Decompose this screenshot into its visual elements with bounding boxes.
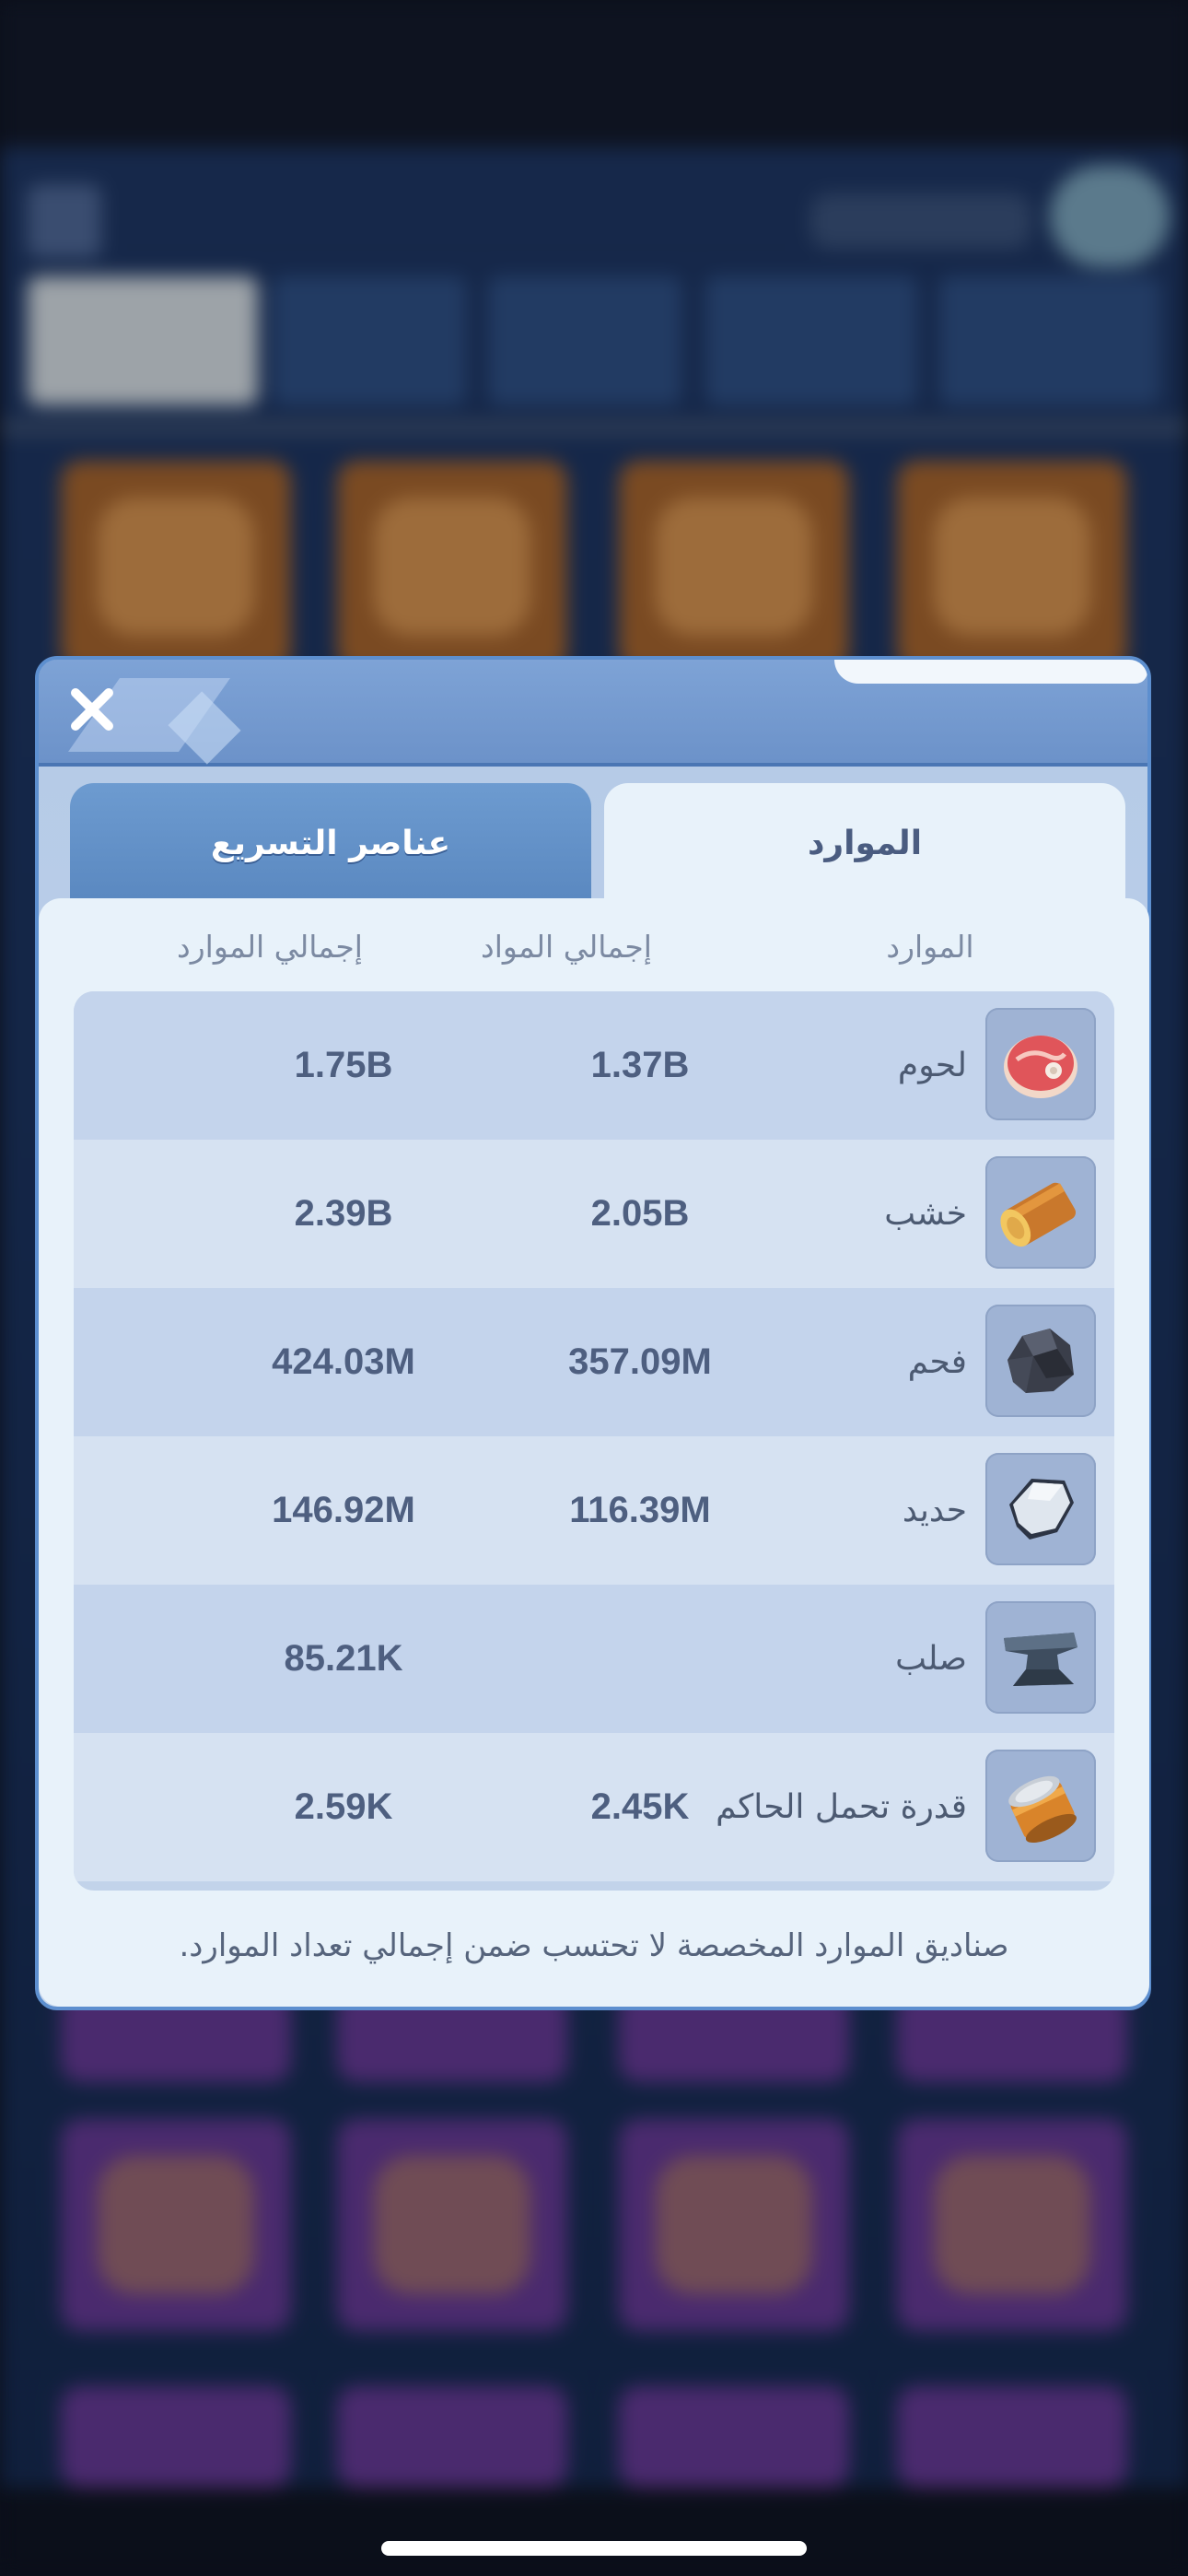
total-value: 1.75B: [294, 1045, 393, 1085]
background-item-tile: [619, 2119, 849, 2331]
resource-name: حديد: [902, 1492, 967, 1529]
background-tab: [273, 276, 466, 405]
table-row: صلب 85.21K: [74, 1585, 1114, 1733]
status-bar-area: [0, 0, 1188, 147]
background-menu-icon: [28, 184, 101, 258]
table-row: حديد 116.39M 146.92M: [74, 1436, 1114, 1585]
snow-decoration: [834, 660, 1147, 684]
meat-icon: [985, 1008, 1096, 1120]
tab-resources-label: الموارد: [807, 824, 923, 862]
materials-value: 2.05B: [590, 1193, 690, 1234]
bottom-bar: [0, 2488, 1188, 2576]
background-item-tile: [897, 461, 1127, 673]
background-tab: [939, 276, 1160, 405]
resource-name: خشب: [884, 1195, 967, 1233]
background-tab: [28, 276, 258, 405]
tab-speedups-label: عناصر التسريع: [210, 824, 451, 862]
background-item-tile: [337, 461, 567, 673]
total-value: 85.21K: [284, 1638, 403, 1679]
background-item-tile: [897, 2119, 1127, 2331]
resource-name: صلب: [895, 1640, 967, 1678]
background-item-tile: [897, 2386, 1127, 2488]
resource-name: لحوم: [897, 1047, 967, 1084]
background-avatar: [1050, 166, 1170, 267]
background-item-tile: [337, 2119, 567, 2331]
total-value: 2.59K: [294, 1786, 393, 1827]
background-item-tile: [61, 2386, 291, 2488]
table-row: لحوم 1.37B 1.75B: [74, 991, 1114, 1140]
background-divider: [0, 419, 1188, 436]
resource-name: فحم: [907, 1343, 967, 1381]
table-row: خشب 2.05B 2.39B: [74, 1140, 1114, 1288]
total-value: 146.92M: [272, 1490, 415, 1530]
background-item-tile: [337, 2386, 567, 2488]
column-header-materials: إجمالي المواد: [481, 928, 652, 965]
column-header-total: إجمالي الموارد: [177, 928, 363, 965]
background-item-tile: [619, 461, 849, 673]
column-header-resource: الموارد: [886, 928, 974, 965]
materials-value: 1.37B: [590, 1045, 690, 1085]
coal-icon: [985, 1305, 1096, 1417]
tab-speedups[interactable]: عناصر التسريع: [70, 783, 591, 903]
total-value: 424.03M: [272, 1341, 415, 1382]
iron-ore-icon: [985, 1453, 1096, 1565]
steel-anvil-icon: [985, 1601, 1096, 1714]
close-icon: [71, 688, 113, 731]
background-item-tile: [61, 2119, 291, 2331]
home-indicator[interactable]: [381, 2541, 807, 2556]
materials-value: 116.39M: [569, 1490, 711, 1530]
stamina-can-icon: [985, 1750, 1096, 1862]
background-title: [810, 193, 1031, 249]
background-item-tile: [61, 461, 291, 673]
background-item-tile: [619, 2386, 849, 2488]
wood-log-icon: [985, 1156, 1096, 1269]
tab-resources[interactable]: الموارد: [604, 783, 1125, 903]
resources-table: لحوم 1.37B 1.75B خشب 2.05B 2.39B فحم 357…: [74, 991, 1114, 1891]
background-tab: [488, 276, 681, 405]
table-row: فحم 357.09M 424.03M: [74, 1288, 1114, 1436]
materials-value: 357.09M: [568, 1341, 712, 1382]
table-row: قدرة تحمل الحاكم 2.45K 2.59K: [74, 1733, 1114, 1881]
modal-header: [39, 660, 1147, 767]
total-value: 2.39B: [294, 1193, 393, 1234]
background-tab: [705, 276, 917, 405]
close-button[interactable]: [59, 676, 125, 743]
footnote-text: صناديق الموارد المخصصة لا تحتسب ضمن إجما…: [179, 1927, 1009, 1964]
materials-value: [502, 1585, 778, 1733]
materials-value: 2.45K: [590, 1786, 690, 1827]
